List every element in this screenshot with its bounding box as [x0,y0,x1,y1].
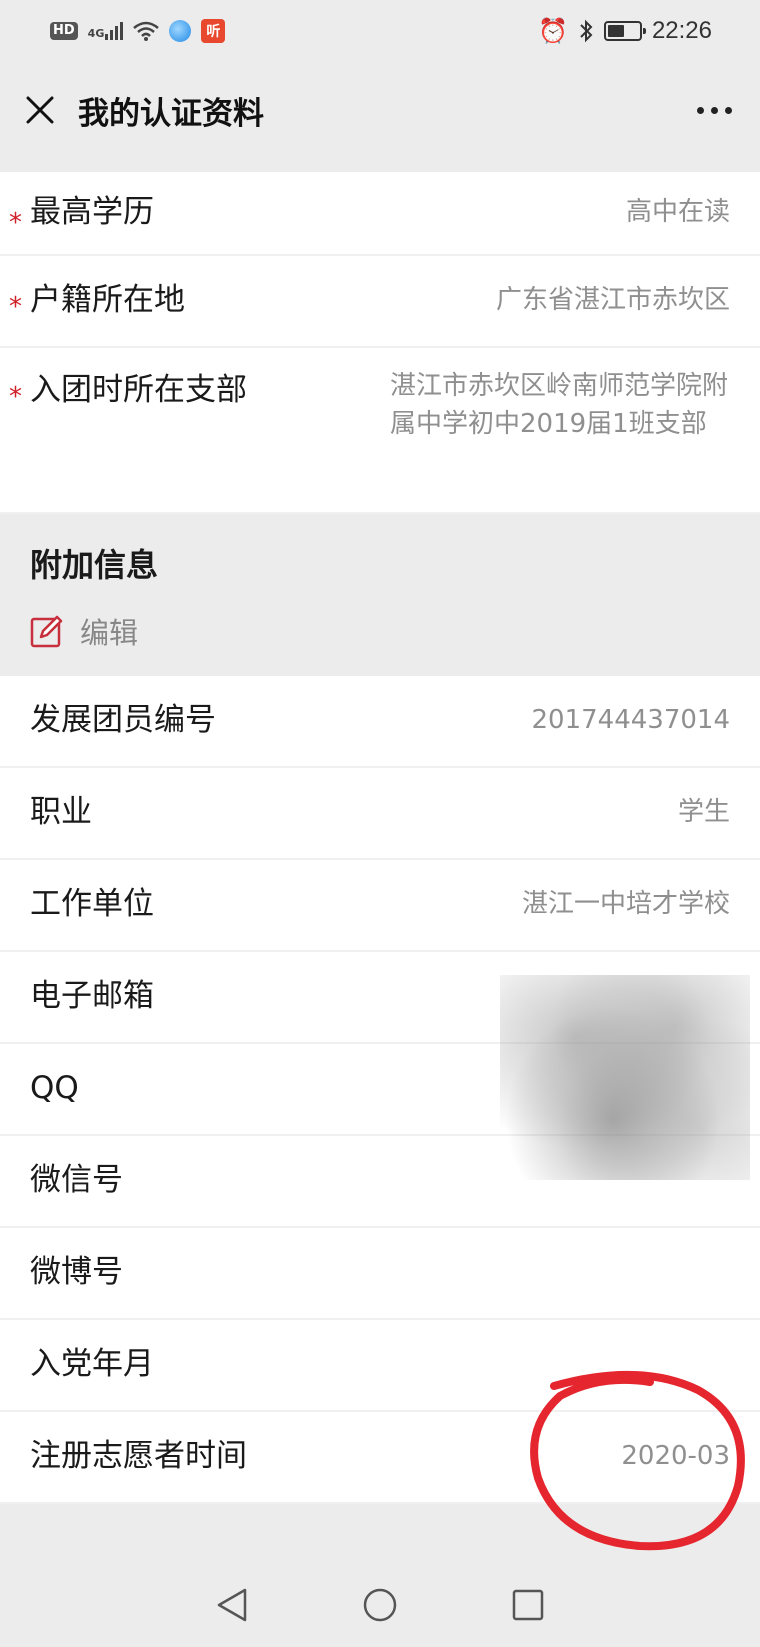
title-bar: 我的认证资料 [0,62,760,158]
row-label: 入党年月 [30,1346,154,1383]
status-bar: HD 4G 听 ⏰ 22:26 [0,0,760,62]
row-weibo[interactable]: 微博号 [0,1228,760,1320]
network-label: 4G [87,27,105,40]
edit-icon [30,615,63,648]
back-button[interactable] [212,1585,252,1625]
row-label: 微博号 [30,1254,123,1291]
row-occupation[interactable]: 职业 学生 [0,768,760,860]
required-marker: * [9,292,22,322]
required-marker: * [9,208,22,238]
row-email[interactable]: 电子邮箱 [0,952,760,1044]
row-education[interactable]: * 最高学历 高中在读 [0,172,760,256]
bluetooth-icon [580,19,593,43]
row-member-number[interactable]: 发展团员编号 201744437014 [0,676,760,768]
row-volunteer-date[interactable]: 注册志愿者时间 2020-03 [0,1412,760,1504]
wifi-icon [133,21,160,41]
row-label: 微信号 [30,1162,123,1199]
edit-label: 编辑 [80,616,139,650]
row-value: 学生 [677,797,730,828]
row-value: 高中在读 [625,197,730,228]
row-qq[interactable]: QQ [0,1044,760,1136]
row-label: 入团时所在支部 [30,372,247,408]
edit-button[interactable]: 编辑 [30,610,730,652]
more-button[interactable] [697,97,732,124]
section-title: 附加信息 [30,546,159,584]
app-notification-icon [169,20,192,42]
row-label: 注册志愿者时间 [30,1438,247,1475]
row-branch[interactable]: * 入团时所在支部 湛江市赤坎区岭南师范学院附属中学初中2019届1班支部 [0,348,760,514]
row-label: 工作单位 [30,886,154,923]
row-workplace[interactable]: 工作单位 湛江一中培才学校 [0,860,760,952]
back-icon [217,1588,247,1621]
home-button[interactable] [360,1585,400,1625]
profile-content: * 最高学历 高中在读 * 户籍所在地 广东省湛江市赤坎区 * 入团时所在支部 … [0,158,760,1562]
home-icon [363,1588,397,1621]
row-value: 201744437014 [531,705,730,736]
status-right: ⏰ 22:26 [538,17,712,45]
close-icon [26,96,54,124]
row-label: 发展团员编号 [30,702,216,739]
row-wechat[interactable]: 微信号 [0,1136,760,1228]
row-residence[interactable]: * 户籍所在地 广东省湛江市赤坎区 [0,256,760,348]
close-button[interactable] [22,92,58,128]
row-value: 广东省湛江市赤坎区 [495,285,730,316]
required-marker: * [9,382,22,412]
status-left: HD 4G 听 [50,19,226,43]
clock: 22:26 [651,17,712,44]
row-label: 职业 [30,794,92,831]
row-value: 湛江一中培才学校 [521,889,730,920]
row-label: 电子邮箱 [30,978,154,1015]
battery-icon [603,21,646,41]
signal-icon: 4G [88,22,124,40]
row-value: 2020-03 [621,1441,730,1472]
row-party-date[interactable]: 入党年月 [0,1320,760,1412]
recents-icon [512,1589,544,1620]
ting-app-icon: 听 [201,19,226,43]
recents-button[interactable] [508,1585,548,1625]
alarm-icon: ⏰ [538,17,568,45]
row-label: 最高学历 [30,194,154,231]
system-nav-bar [0,1562,760,1647]
row-label: QQ [30,1070,79,1107]
hd-icon: HD [50,22,78,40]
row-value: 湛江市赤坎区岭南师范学院附属中学初中2019届1班支部 [390,371,729,439]
more-icon [697,106,704,114]
page-title: 我的认证资料 [78,95,264,132]
row-label: 户籍所在地 [30,282,185,319]
extra-info-section: 附加信息 编辑 [0,514,760,676]
